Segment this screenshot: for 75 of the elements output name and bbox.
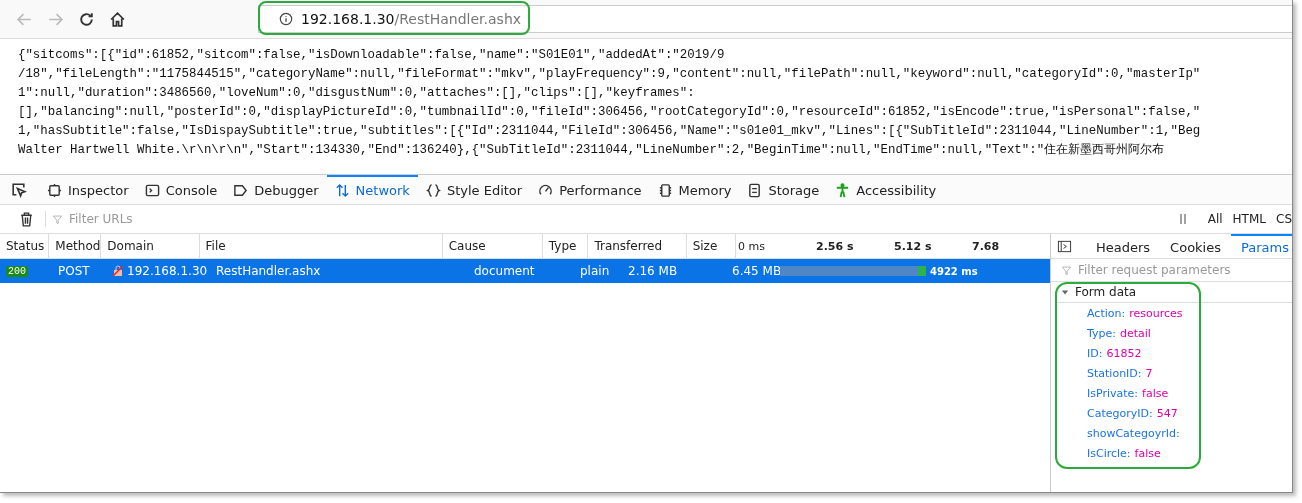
devtools-tab[interactable]: Network	[326, 175, 418, 204]
param-entry: ID: 61852	[1087, 346, 1142, 360]
trash-icon[interactable]	[18, 210, 35, 228]
expand-arrow-icon[interactable]	[1061, 288, 1069, 296]
box-icon	[47, 183, 62, 198]
response-text: Walter Hartwell White.\r\n\r\n","Start":134330,"End":136240},{"SubTitleId":2311044,"LineNumber":2,"BeginTime":null,"EndTime":null,"Text":"住在新墨西哥州阿尔布	[18, 142, 1166, 159]
param-entry: showCategoyrId:	[1087, 426, 1180, 440]
console-icon	[144, 183, 160, 198]
type-filter-button[interactable]: All	[1207, 212, 1223, 226]
column-header[interactable]: Method	[55, 239, 101, 253]
details-tab[interactable]: Params	[1231, 234, 1292, 258]
braces-icon	[425, 183, 441, 198]
devtools-tab[interactable]: Inspector	[39, 175, 137, 204]
duration-text: 4922 ms	[930, 265, 978, 277]
type-filter-button[interactable]: HTML	[1232, 212, 1266, 226]
reload-icon[interactable]	[78, 10, 95, 28]
cause-text: document	[474, 264, 535, 278]
column-header[interactable]: Transferred	[594, 239, 663, 253]
method-text: POST	[58, 264, 90, 278]
pause-icon[interactable]	[1177, 212, 1188, 226]
response-text: 1":null,"duration":3486560,"loveNum":0,"disgustNum":0,"attaches":[],"clips":[],"keyframes":	[18, 85, 696, 102]
status-code: 200	[6, 265, 28, 277]
filter-field[interactable]: Filter URLs	[67, 211, 331, 227]
devtools-tab[interactable]: Debugger	[225, 175, 327, 204]
home-icon[interactable]	[109, 10, 126, 28]
column-header[interactable]: Size	[692, 239, 718, 253]
column-header[interactable]: Type	[548, 239, 577, 253]
param-entry: CategoryID: 547	[1087, 406, 1178, 420]
param-entry: IsCircle: false	[1087, 446, 1161, 460]
response-text: {"sitcoms":[{"id":61852,"sitcom":false,"isDownloadable":false,"name":"S01E01","addedAt":"2019/9	[18, 47, 726, 64]
arrows-icon	[334, 183, 350, 198]
section-title[interactable]: Form data	[1075, 285, 1137, 299]
devtools-tab[interactable]: Memory	[649, 175, 740, 204]
tag-icon	[233, 183, 249, 198]
type-text: plain	[580, 264, 610, 278]
timeline-tick: 0 ms	[738, 239, 766, 253]
insecure-lock-icon	[112, 265, 124, 277]
column-header[interactable]: Domain	[107, 239, 154, 253]
funnel-icon	[1061, 264, 1072, 276]
details-tab[interactable]: Cookies	[1160, 234, 1231, 258]
url-text: 192.168.1.30/RestHandler.ashx	[301, 11, 522, 27]
details-tab[interactable]: Headers	[1086, 234, 1161, 258]
devtools-tab[interactable]: Storage	[739, 175, 828, 204]
devtools-tab[interactable]: Performance	[530, 175, 650, 204]
element-picker-icon[interactable]	[10, 181, 27, 198]
funnel-icon	[52, 213, 63, 225]
type-filter-button[interactable]: CS	[1276, 212, 1292, 226]
devtools-tab[interactable]: Style Editor	[417, 175, 531, 204]
size-text: 6.45 MB	[732, 264, 782, 278]
column-header[interactable]: Status	[6, 239, 45, 253]
column-header[interactable]: File	[205, 239, 226, 253]
timeline-tick: 7.68	[972, 239, 1001, 253]
param-entry: IsPrivate: false	[1087, 386, 1169, 400]
address-bar[interactable]: 192.168.1.30/RestHandler.ashx	[258, 5, 1292, 33]
param-entry: StationID: 7	[1087, 366, 1153, 380]
domain-text: 192.168.1.30	[127, 264, 208, 278]
devtools-tab[interactable]: Accessibility	[827, 175, 945, 204]
panel-toggle-icon[interactable]	[1057, 238, 1072, 254]
chip-icon	[657, 183, 673, 198]
info-icon[interactable]	[279, 12, 293, 26]
response-text: 1,"hasSubtitle":false,"IsDispaySubtitle":true,"subtitles":[{"Id":2311044,"FileId":306456,"Name":"s01e01_mkv","Lines":[{"SubTitleId":2311044,"LineNumber":1,"Beg	[18, 123, 1202, 140]
timeline-tick: 5.12 s	[894, 239, 933, 253]
devtools-tab[interactable]: Console	[136, 175, 226, 204]
cabinet-icon	[747, 183, 763, 198]
column-header[interactable]: Cause	[448, 239, 486, 253]
file-text: RestHandler.ashx	[216, 264, 321, 278]
response-text: /18","fileLength":"1175844515","categoryName":null,"fileFormat":"mkv","playFrequency":9,"content":null,"filePath":null,"keyword":null,"categoryId":0,"masterIp"	[18, 66, 1202, 83]
request-row[interactable]: 200 POST 192.168.1.30 RestHandler.ashx document plain 2.16 MB 6.45 MB 4922 ms	[0, 259, 1050, 283]
response-text: [],"balancing":null,"posterId":0,"displayPictureId":0,"tumbnailId":0,"fileId":306456,"rootCategoryId":0,"resourceId":61852,"isEncode":true,"isPersonal":false,"	[18, 104, 1202, 121]
transferred-text: 2.16 MB	[628, 264, 678, 278]
param-entry: Action: resources	[1087, 306, 1183, 320]
params-filter-field[interactable]: Filter request parameters	[1051, 259, 1292, 282]
param-entry: Type: detail	[1087, 326, 1151, 340]
timeline-tick: 2.56 s	[816, 239, 855, 253]
person-icon	[835, 183, 851, 198]
